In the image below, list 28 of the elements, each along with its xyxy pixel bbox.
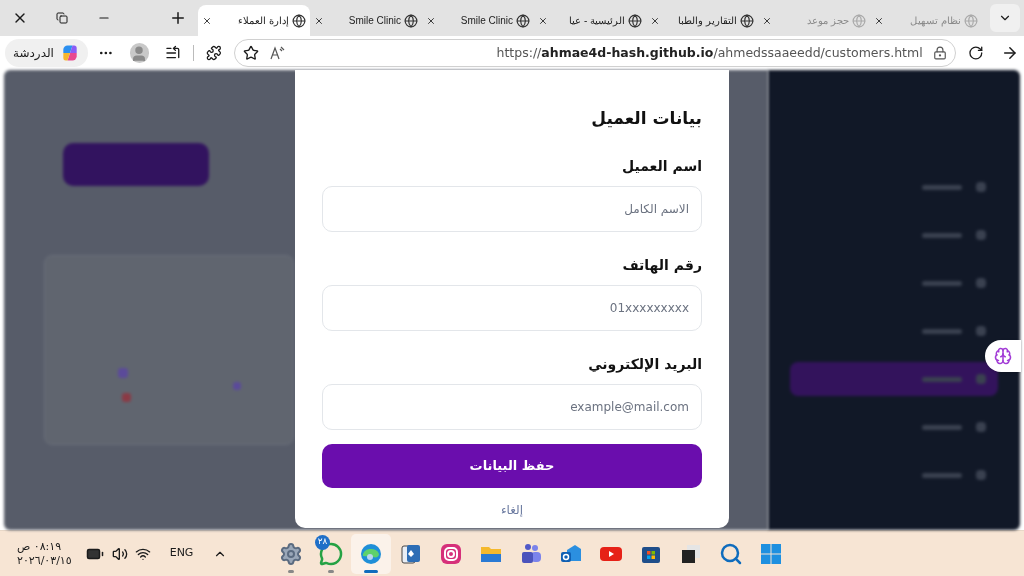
browser-tab[interactable]: Smile Clinic xyxy=(310,5,422,36)
field-label: رقم الهاتف xyxy=(621,255,702,276)
browser-tab[interactable]: Smile Clinic xyxy=(422,5,534,36)
input-field[interactable]: الاسم الكامل xyxy=(322,185,702,232)
tab-title: الرئيسية - عيا xyxy=(568,14,625,28)
browser-tab[interactable]: التقارير والطبا xyxy=(646,5,758,36)
tab-title: إدارة العملاء xyxy=(237,14,289,28)
browser-tab[interactable]: إدارة العملاء xyxy=(198,5,310,36)
input-field[interactable]: example@mail.com xyxy=(322,383,702,430)
tab-title: التقارير والطبا xyxy=(677,14,737,28)
copilot-button[interactable]: الدردشة xyxy=(5,39,88,67)
clock-date[interactable]: ٢٠٢٦/٠٣/١٥ xyxy=(17,553,72,568)
taskbar-button[interactable]: ٢٨ xyxy=(311,533,351,574)
tab-title: نظام تسهيل xyxy=(909,14,961,28)
language-indicator[interactable]: ENG xyxy=(169,545,194,562)
modal-title: بيانات العميل xyxy=(590,107,702,130)
save-button[interactable]: حفظ البيانات xyxy=(322,443,702,488)
clock-time[interactable]: ٠٨:١٩ ص xyxy=(17,539,62,554)
cancel-link[interactable]: إلغاء xyxy=(500,500,524,519)
input-field[interactable]: 01xxxxxxxxx xyxy=(322,284,702,331)
notification-badge: ٢٨ xyxy=(315,534,330,550)
tab-title: Smile Clinic xyxy=(347,14,401,28)
tab-title: حجز موعد xyxy=(806,14,849,28)
tab-title: Smile Clinic xyxy=(459,14,513,28)
field-label: اسم العميل xyxy=(621,156,702,176)
field-label: البريد الإلكتروني xyxy=(587,354,702,375)
browser-tab[interactable]: الرئيسية - عيا xyxy=(534,5,646,36)
url-text: https://ahmae4d-hash.github.io/ahmedssaaeedd/customers.html xyxy=(495,43,923,62)
